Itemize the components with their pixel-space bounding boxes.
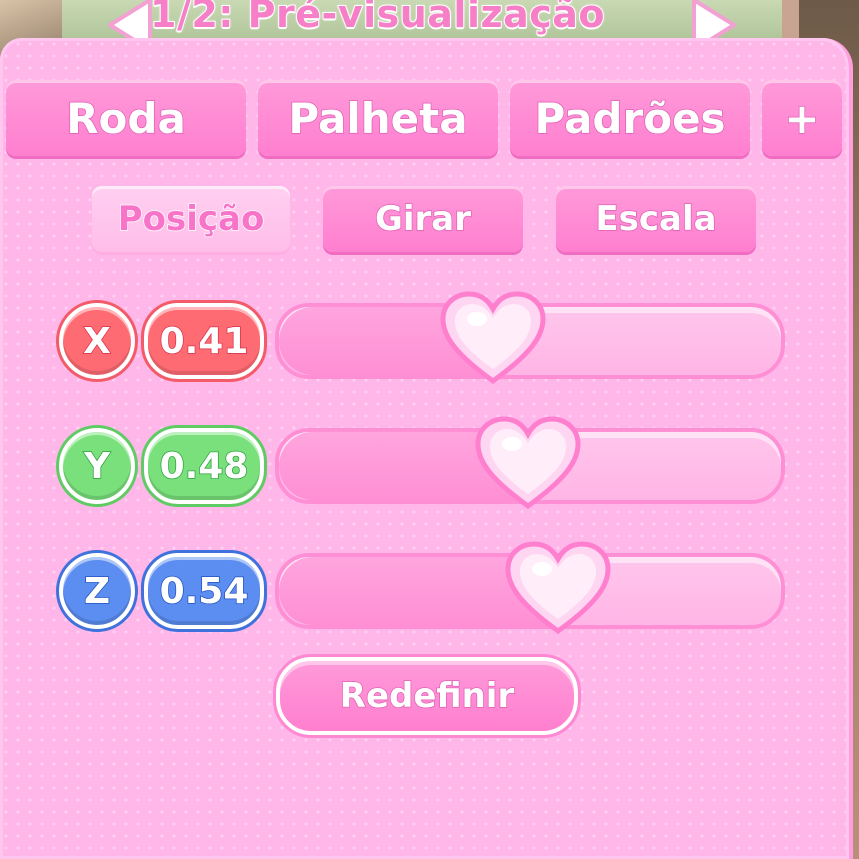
x-axis-badge: X — [56, 300, 138, 382]
y-slider[interactable] — [275, 416, 785, 510]
z-axis-label: Z — [83, 570, 111, 613]
y-value-field[interactable]: 0.48 — [141, 425, 267, 507]
x-value: 0.41 — [159, 320, 249, 363]
tab-escala[interactable]: Escala — [556, 186, 756, 252]
y-axis-label: Y — [83, 445, 111, 488]
z-slider-handle[interactable] — [502, 539, 614, 639]
z-axis-badge: Z — [56, 550, 138, 632]
tab-palheta[interactable]: Palheta — [258, 80, 498, 156]
x-slider-handle[interactable] — [437, 289, 549, 389]
heart-icon — [505, 541, 611, 635]
tab-posicao[interactable]: Posição — [92, 186, 290, 252]
x-value-field[interactable]: 0.41 — [141, 300, 267, 382]
heart-icon — [475, 416, 581, 510]
tab-add-button[interactable]: + — [762, 80, 842, 156]
tab-padroes[interactable]: Padrões — [510, 80, 750, 156]
x-axis-label: X — [82, 320, 111, 363]
y-value: 0.48 — [159, 445, 249, 488]
z-value: 0.54 — [159, 570, 249, 613]
heart-icon — [440, 291, 546, 385]
y-axis-badge: Y — [56, 425, 138, 507]
reset-button[interactable]: Redefinir — [273, 654, 581, 738]
z-slider[interactable] — [275, 541, 785, 635]
tab-roda[interactable]: Roda — [6, 80, 246, 156]
tab-girar[interactable]: Girar — [323, 186, 523, 252]
y-slider-handle[interactable] — [472, 414, 584, 514]
x-slider[interactable] — [275, 291, 785, 385]
z-value-field[interactable]: 0.54 — [141, 550, 267, 632]
